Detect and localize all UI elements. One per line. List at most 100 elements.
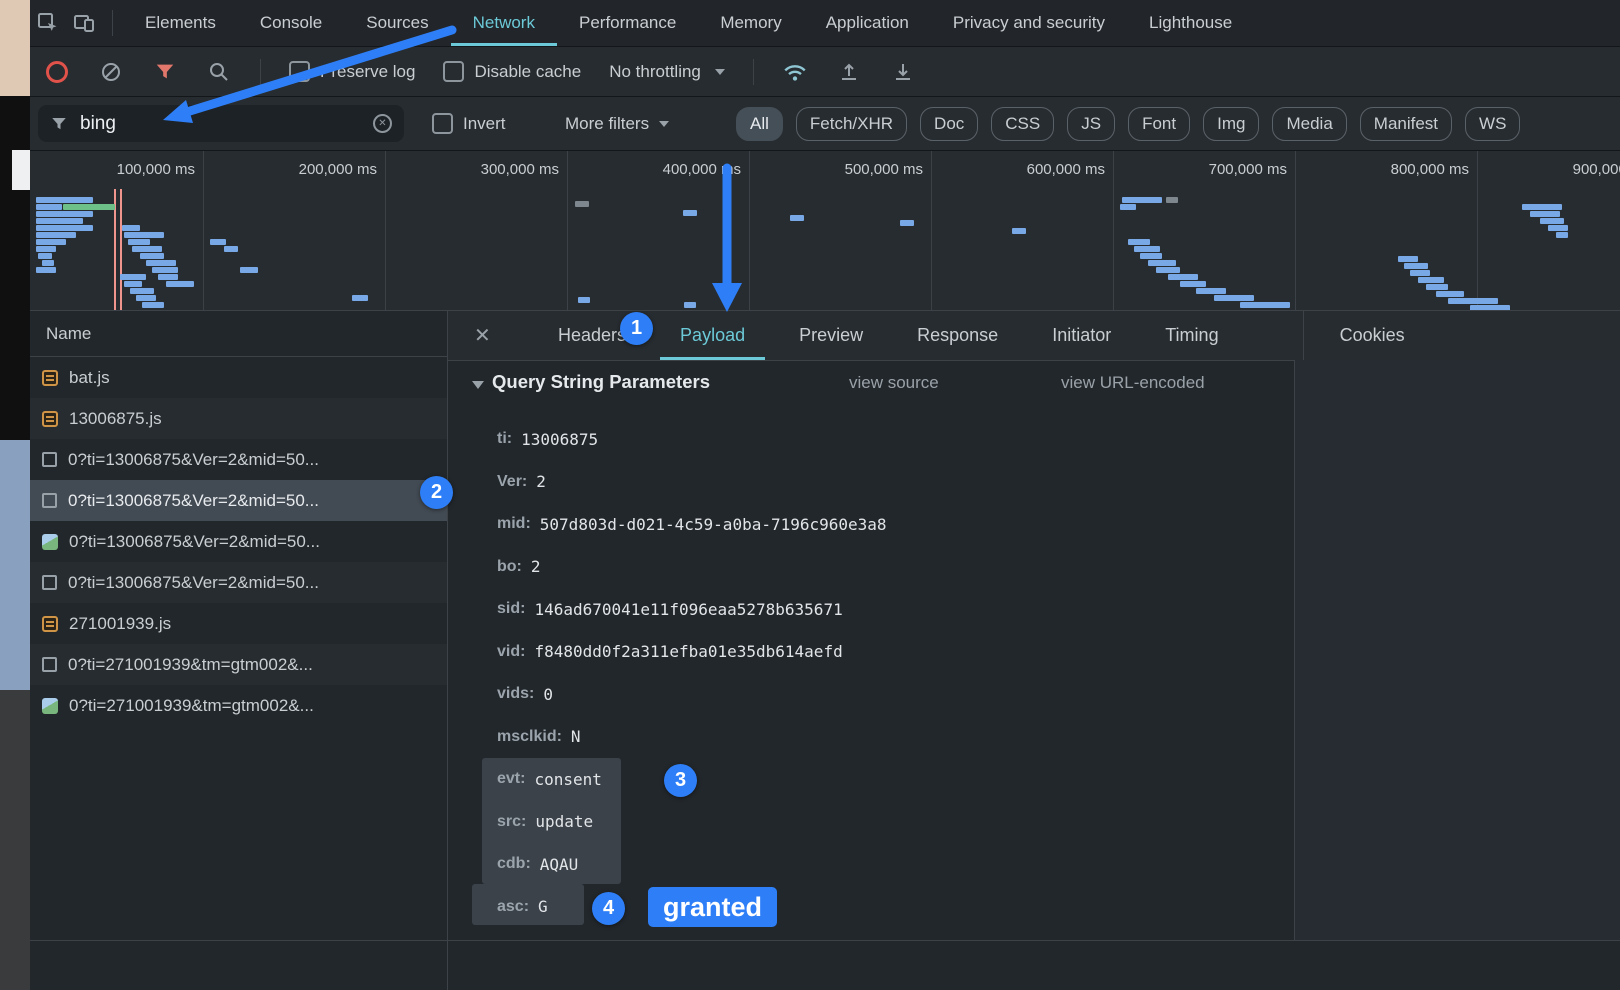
request-timing-bar[interactable] xyxy=(1548,225,1568,231)
device-toolbar-icon[interactable] xyxy=(66,5,102,41)
payload-param-row[interactable]: sid:146ad670041e11f096eaa5278b635671 xyxy=(448,588,1294,631)
filter-type-all[interactable]: All xyxy=(736,107,783,141)
request-timing-bar[interactable] xyxy=(1168,274,1198,280)
request-timing-bar[interactable] xyxy=(1556,232,1568,238)
section-title[interactable]: Query String Parameters xyxy=(492,371,710,393)
preserve-log-checkbox[interactable] xyxy=(289,61,310,82)
request-timing-bar[interactable] xyxy=(578,297,590,303)
request-timing-bar[interactable] xyxy=(36,225,93,231)
tab-network[interactable]: Network xyxy=(451,0,557,46)
filter-type-media[interactable]: Media xyxy=(1272,107,1346,141)
payload-param-row[interactable]: evt:consent xyxy=(448,758,1294,801)
request-timing-bar[interactable] xyxy=(1410,270,1430,276)
record-button[interactable] xyxy=(44,59,70,85)
request-timing-bar[interactable] xyxy=(1398,256,1418,262)
search-button[interactable] xyxy=(206,59,232,85)
view-url-encoded-link[interactable]: view URL-encoded xyxy=(1061,373,1205,393)
request-timing-bar[interactable] xyxy=(1240,302,1290,308)
tab-memory[interactable]: Memory xyxy=(698,0,803,46)
payload-param-row[interactable]: cdb:AQAU xyxy=(448,843,1294,886)
request-timing-bar[interactable] xyxy=(1128,239,1150,245)
request-timing-bar[interactable] xyxy=(36,218,83,224)
detail-tab-timing[interactable]: Timing xyxy=(1145,311,1238,360)
clear-button[interactable] xyxy=(98,59,124,85)
request-timing-bar[interactable] xyxy=(1012,228,1026,234)
request-timing-bar[interactable] xyxy=(132,246,162,252)
network-conditions-icon[interactable] xyxy=(782,59,808,85)
request-timing-bar[interactable] xyxy=(146,260,176,266)
request-row[interactable]: 13006875.js xyxy=(30,398,447,439)
request-timing-bar[interactable] xyxy=(1530,211,1560,217)
import-har-icon[interactable] xyxy=(836,59,862,85)
request-timing-bar[interactable] xyxy=(575,201,589,207)
request-timing-bar[interactable] xyxy=(158,274,178,280)
request-timing-bar[interactable] xyxy=(224,246,238,252)
request-row[interactable]: 0?ti=271001939&tm=gtm002&... xyxy=(30,644,447,685)
request-timing-bar[interactable] xyxy=(1214,295,1254,301)
request-timing-bar[interactable] xyxy=(36,267,56,273)
request-timing-bar[interactable] xyxy=(240,267,258,273)
payload-param-row[interactable]: vid:f8480dd0f2a311efba01e35db614aefd xyxy=(448,631,1294,674)
request-timing-bar[interactable] xyxy=(124,281,142,287)
request-timing-bar[interactable] xyxy=(683,210,697,216)
request-timing-bar[interactable] xyxy=(152,267,178,273)
tab-sources[interactable]: Sources xyxy=(344,0,450,46)
request-timing-bar[interactable] xyxy=(36,232,76,238)
request-timing-bar[interactable] xyxy=(128,239,150,245)
request-timing-bar[interactable] xyxy=(1418,277,1444,283)
filter-type-css[interactable]: CSS xyxy=(991,107,1054,141)
detail-tab-cookies[interactable]: Cookies xyxy=(1320,311,1425,360)
request-timing-bar[interactable] xyxy=(36,204,62,210)
payload-param-row[interactable]: src:update xyxy=(448,801,1294,844)
request-timing-bar[interactable] xyxy=(42,260,54,266)
close-icon[interactable]: ✕ xyxy=(474,311,491,360)
request-timing-bar[interactable] xyxy=(1120,204,1136,210)
clear-filter-icon[interactable]: ✕ xyxy=(373,114,392,133)
request-timing-bar[interactable] xyxy=(36,239,66,245)
export-har-icon[interactable] xyxy=(890,59,916,85)
throttling-select[interactable]: No throttling xyxy=(609,62,725,82)
filter-input[interactable]: bing ✕ xyxy=(38,105,404,142)
filter-toggle-button[interactable] xyxy=(152,59,178,85)
request-timing-bar[interactable] xyxy=(130,288,154,294)
request-timing-bar[interactable] xyxy=(1426,284,1448,290)
filter-type-font[interactable]: Font xyxy=(1128,107,1190,141)
filter-type-doc[interactable]: Doc xyxy=(920,107,978,141)
request-row[interactable]: 0?ti=13006875&Ver=2&mid=50... xyxy=(30,521,447,562)
request-timing-bar[interactable] xyxy=(36,211,93,217)
tab-performance[interactable]: Performance xyxy=(557,0,698,46)
filter-type-manifest[interactable]: Manifest xyxy=(1360,107,1452,141)
request-timing-bar[interactable] xyxy=(120,274,146,280)
tab-elements[interactable]: Elements xyxy=(123,0,238,46)
request-timing-bar[interactable] xyxy=(1404,263,1428,269)
preserve-log-toggle[interactable]: Preserve log xyxy=(289,61,415,82)
request-timing-bar[interactable] xyxy=(1540,218,1564,224)
payload-param-row[interactable]: Ver:2 xyxy=(448,461,1294,504)
filter-type-fetch-xhr[interactable]: Fetch/XHR xyxy=(796,107,907,141)
filter-type-js[interactable]: JS xyxy=(1067,107,1115,141)
request-timing-bar[interactable] xyxy=(1140,253,1162,259)
request-timing-bar[interactable] xyxy=(63,204,115,210)
request-row[interactable]: 0?ti=271001939&tm=gtm002&... xyxy=(30,685,447,726)
request-timing-bar[interactable] xyxy=(1134,246,1160,252)
request-timing-bar[interactable] xyxy=(1122,197,1162,203)
request-row[interactable]: 0?ti=13006875&Ver=2&mid=50... xyxy=(30,562,447,603)
tab-console[interactable]: Console xyxy=(238,0,344,46)
inspect-element-icon[interactable] xyxy=(30,5,66,41)
payload-param-row[interactable]: mid:507d803d-d021-4c59-a0ba-7196c960e3a8 xyxy=(448,503,1294,546)
request-timing-bar[interactable] xyxy=(136,295,156,301)
request-timing-bar[interactable] xyxy=(1156,267,1180,273)
request-timing-bar[interactable] xyxy=(1436,291,1464,297)
request-timing-bar[interactable] xyxy=(900,220,914,226)
payload-param-row[interactable]: ti:13006875 xyxy=(448,418,1294,461)
request-timing-bar[interactable] xyxy=(684,302,696,308)
request-row[interactable]: 271001939.js xyxy=(30,603,447,644)
request-timing-bar[interactable] xyxy=(36,246,56,252)
tab-lighthouse[interactable]: Lighthouse xyxy=(1127,0,1254,46)
request-timing-bar[interactable] xyxy=(122,225,140,231)
request-timing-bar[interactable] xyxy=(1522,204,1562,210)
disable-cache-checkbox[interactable] xyxy=(443,61,464,82)
payload-param-row[interactable]: asc:G xyxy=(448,886,1294,929)
invert-checkbox[interactable] xyxy=(432,113,453,134)
request-timing-bar[interactable] xyxy=(1448,298,1498,304)
